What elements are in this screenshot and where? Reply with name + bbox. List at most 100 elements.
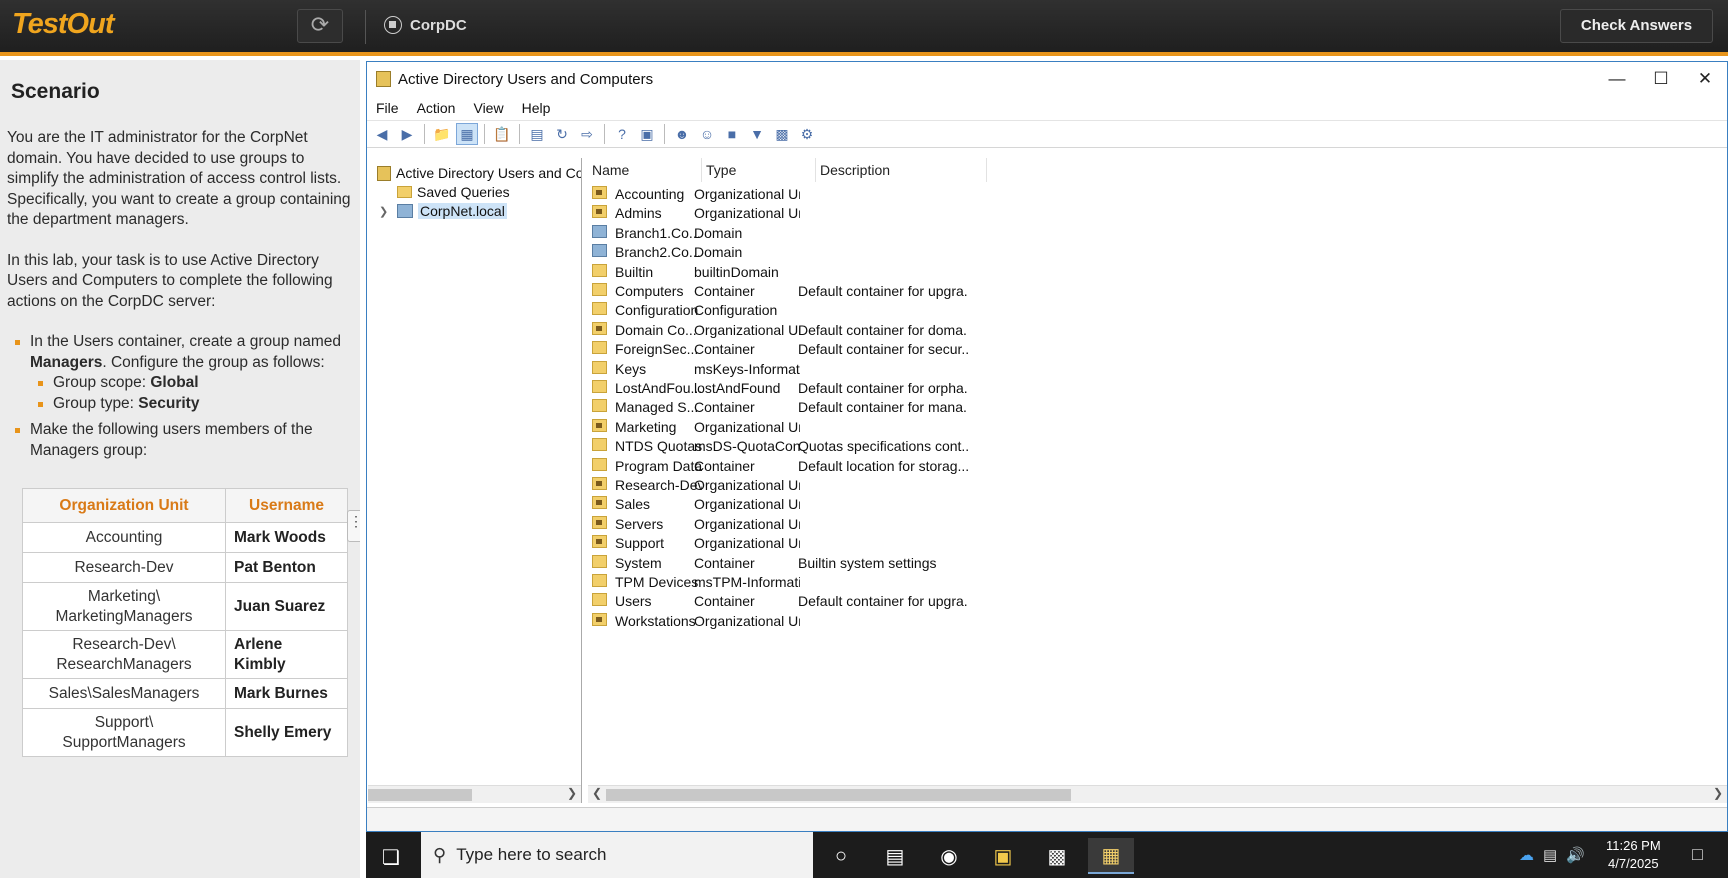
column-header-description[interactable]: Description [816,158,987,182]
chevron-right-icon[interactable]: ❯ [567,786,577,800]
list-item[interactable]: System Container Builtin system settings [588,554,988,573]
list-cell-type: Configuration [694,302,778,319]
tree-item-root[interactable]: Active Directory Users and Com [377,165,581,181]
list-cell-desc: Default location for storag... [798,457,968,474]
server-manager-icon[interactable]: ▩ [1034,838,1080,874]
tree-horizontal-scrollbar[interactable]: ❯ [368,785,581,803]
notification-icon[interactable]: □ [1692,844,1703,865]
windows-start-icon[interactable]: ❏ [382,845,400,870]
folder-icon [592,574,607,587]
clock-time: 11:26 PM [1606,838,1661,853]
panel-resize-handle[interactable]: ⋮ [347,510,360,542]
refresh-icon[interactable]: ↻ [551,123,573,145]
list-horizontal-scrollbar[interactable]: ❮ ❯ [588,785,1727,803]
cortana-icon[interactable]: ○ [818,838,864,874]
ou-icon [592,496,607,510]
onedrive-icon[interactable]: ☁ [1519,846,1534,864]
add-to-group-icon[interactable]: ⚙ [796,123,818,145]
list-item[interactable]: Domain Co...Organizational UnitDefault c… [588,321,988,340]
new-user-icon[interactable]: ☻ [671,123,693,145]
new-group-icon[interactable]: ☺ [696,123,718,145]
list-item[interactable]: Accounting Organizational Unit [588,185,988,204]
list-item[interactable]: Configuration Configuration [588,301,988,320]
filter-icon[interactable]: ▼ [746,123,768,145]
scenario-intro: You are the IT administrator for the Cor… [7,129,351,228]
tree-item-saved-queries[interactable]: Saved Queries [397,184,510,200]
list-cell-name: Research-Dev [615,477,702,493]
window-titlebar[interactable]: Active Directory Users and Computers [367,62,1727,96]
list-item[interactable]: Users Container Default container for upgr… [588,592,988,611]
aduc-taskbar-icon[interactable]: ▦ [1088,838,1134,874]
server-selector[interactable]: CorpDC [384,16,467,34]
menu-file[interactable]: File [376,100,399,116]
system-tray: ☁ ▤ 🔊 [1519,846,1585,864]
list-item[interactable]: NTDS QuotasmsDS-QuotaCont...Quotas speci… [588,437,988,456]
ou-icon [592,477,607,490]
tree-item-corpnet[interactable]: ❯ CorpNet.local [379,203,507,219]
ou-icon [592,515,607,529]
list-cell-desc: Default container for mana... [798,399,968,416]
volume-icon[interactable]: 🔊 [1566,846,1585,864]
chevron-right-icon[interactable]: ❯ [379,205,392,218]
taskbar-search[interactable]: ⚲ Type here to search [421,832,813,878]
list-item[interactable]: Marketing Organizational Unit [588,418,988,437]
network-icon[interactable]: ▤ [1543,846,1557,864]
list-item[interactable]: TPM DevicesmsTPM-Informati... [588,573,988,592]
menu-help[interactable]: Help [522,100,551,116]
console-icon[interactable]: ▣ [636,123,658,145]
show-tree-icon[interactable]: ▦ [456,123,478,145]
refresh-button[interactable]: ⟳ [297,9,343,43]
menu-view[interactable]: View [473,100,503,116]
scroll-thumb[interactable] [368,789,472,801]
column-header-type[interactable]: Type [702,158,816,182]
scroll-thumb[interactable] [606,789,1071,801]
file-explorer-icon[interactable]: ▣ [980,838,1026,874]
chrome-icon[interactable]: ◉ [926,838,972,874]
list-item[interactable]: Branch2.Co... Domain [588,243,988,262]
export-list-icon[interactable]: ⇨ [576,123,598,145]
properties-icon[interactable]: ▤ [526,123,548,145]
clock-date: 4/7/2025 [1608,856,1659,871]
chevron-right-icon[interactable]: ❯ [1713,786,1723,800]
up-folder-icon[interactable]: 📁 [431,123,453,145]
minimize-button[interactable]: — [1595,66,1639,92]
clipboard-icon[interactable]: 📋 [491,123,513,145]
list-item[interactable]: Keys msKeys-Informat... [588,360,988,379]
list-item[interactable]: Support Organizational Unit [588,534,988,553]
list-item[interactable]: Admins Organizational Unit [588,204,988,223]
search-placeholder: Type here to search [456,845,607,864]
maximize-button[interactable]: ☐ [1639,66,1683,92]
list-item[interactable]: LostAndFou... lostAndFound Default contain… [588,379,988,398]
list-cell-type: Organizational Unit [694,186,800,202]
back-icon[interactable]: ◀ [371,123,393,145]
menu-action[interactable]: Action [417,100,456,116]
list-item[interactable]: Sales Organizational Unit [588,495,988,514]
list-item[interactable]: Servers Organizational Unit [588,515,988,534]
list-item[interactable]: ForeignSec... Container Default container … [588,340,988,359]
list-item[interactable]: WorkstationsOrganizational Unit [588,612,988,631]
find-icon[interactable]: ▩ [771,123,793,145]
forward-icon[interactable]: ▶ [396,123,418,145]
list-cell-type: builtinDomain [694,263,779,280]
table-cell-username: Pat Benton [225,552,348,583]
help-icon[interactable]: ? [611,123,633,145]
check-answers-button[interactable]: Check Answers [1560,9,1713,43]
task-view-icon[interactable]: ▤ [872,838,918,874]
clock[interactable]: 11:26 PM 4/7/2025 [1606,837,1661,873]
toolbar: ◀ ▶ 📁 ▦ 📋 ▤ ↻ ⇨ ? ▣ ☻ ☺ ■ ▼ ▩ ⚙ [367,120,1727,148]
toolbar-separator [484,124,485,144]
list-cell-name: Marketing [615,418,677,435]
chevron-left-icon[interactable]: ❮ [592,786,602,800]
new-ou-icon[interactable]: ■ [721,123,743,145]
list-item[interactable]: Research-DevOrganizational Unit [588,476,988,495]
column-header-name[interactable]: Name [588,158,702,182]
folder-icon [592,341,607,355]
list-item[interactable]: Computers Container Default container for … [588,282,988,301]
list-cell-type: Organizational Unit [694,418,800,435]
close-button[interactable]: ✕ [1683,66,1727,92]
list-cell-name: Branch2.Co... [615,244,701,261]
list-item[interactable]: Branch1.Co... Domain [588,224,988,243]
list-item[interactable]: Builtin builtinDomain [588,263,988,282]
list-item[interactable]: Managed S... Container Default container f… [588,398,988,417]
list-item[interactable]: Program Data Container Default location fo… [588,457,988,476]
